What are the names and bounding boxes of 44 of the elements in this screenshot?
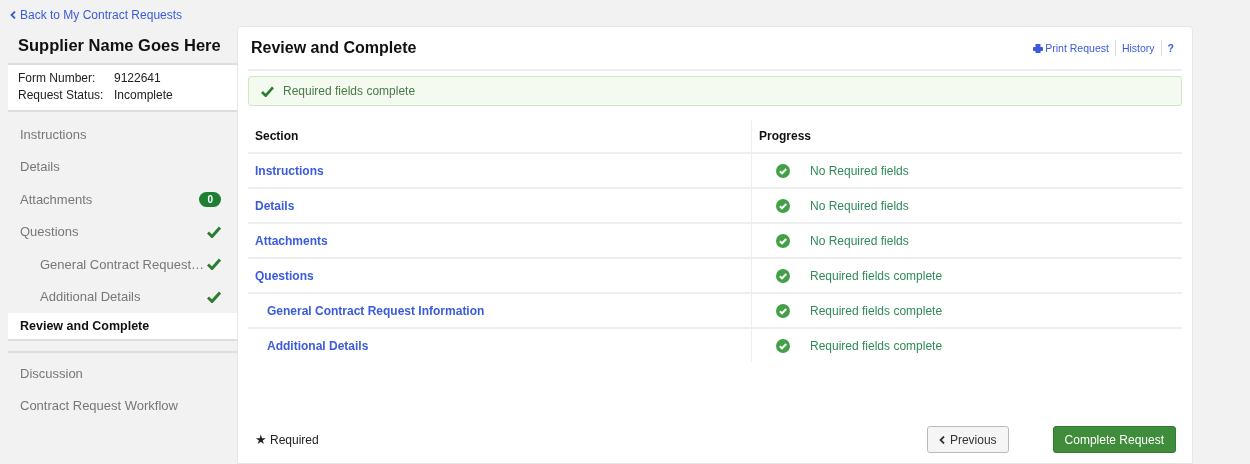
check-icon	[207, 290, 221, 303]
progress-text: Required fields complete	[810, 268, 943, 283]
progress-text: Required fields complete	[810, 338, 943, 353]
column-header: Section	[248, 120, 752, 153]
required-mark: ★	[255, 432, 267, 447]
nav-item[interactable]: Instructions	[8, 118, 237, 151]
section-link[interactable]: Additional Details	[267, 338, 369, 353]
previous-button[interactable]: Previous	[926, 426, 1009, 453]
info-value: Incomplete	[114, 87, 173, 104]
nav-item[interactable]: Attachments 0	[8, 183, 237, 216]
alert-text: Required fields complete	[283, 84, 416, 98]
progress-text: No Required fields	[810, 198, 909, 213]
chevron-left-icon	[938, 435, 945, 444]
check-icon	[207, 225, 221, 238]
section-link[interactable]: Details	[255, 198, 295, 213]
check-icon	[261, 85, 274, 97]
chevron-left-icon	[10, 11, 16, 19]
progress-text: Required fields complete	[810, 303, 943, 318]
section-link[interactable]: Instructions	[255, 163, 324, 178]
section-link[interactable]: General Contract Request Information	[267, 303, 485, 318]
history-link[interactable]: History	[1121, 42, 1155, 54]
nav-item[interactable]: Additional Details	[8, 280, 237, 313]
column-header: Progress	[751, 120, 1182, 153]
nav-item[interactable]: Discussion	[8, 357, 237, 390]
nav-item[interactable]: General Contract Request…	[8, 248, 237, 281]
info-label: Form Number:	[18, 70, 97, 87]
nav-item[interactable]: Questions	[8, 215, 237, 248]
help-link[interactable]: ?	[1167, 42, 1174, 54]
print-link[interactable]: Print Request	[1033, 42, 1109, 54]
required-label: Required	[270, 432, 319, 447]
nav-item[interactable]: Review and Complete	[8, 313, 237, 341]
check-icon	[207, 258, 221, 271]
info-value: 9122641	[114, 70, 161, 87]
count-badge: 0	[199, 191, 221, 207]
back-link[interactable]: Back to My Contract Requests	[10, 8, 183, 22]
nav-item[interactable]: Details	[8, 150, 237, 183]
section-link[interactable]: Attachments	[255, 233, 328, 248]
info-label: Request Status:	[18, 87, 105, 104]
nav-item[interactable]: Contract Request Workflow	[8, 389, 237, 422]
complete-button[interactable]: Complete Request	[1052, 426, 1176, 453]
progress-text: No Required fields	[810, 163, 909, 178]
progress-text: No Required fields	[810, 233, 909, 248]
page-title: Review and Complete	[250, 39, 417, 57]
section-link[interactable]: Questions	[255, 268, 314, 283]
